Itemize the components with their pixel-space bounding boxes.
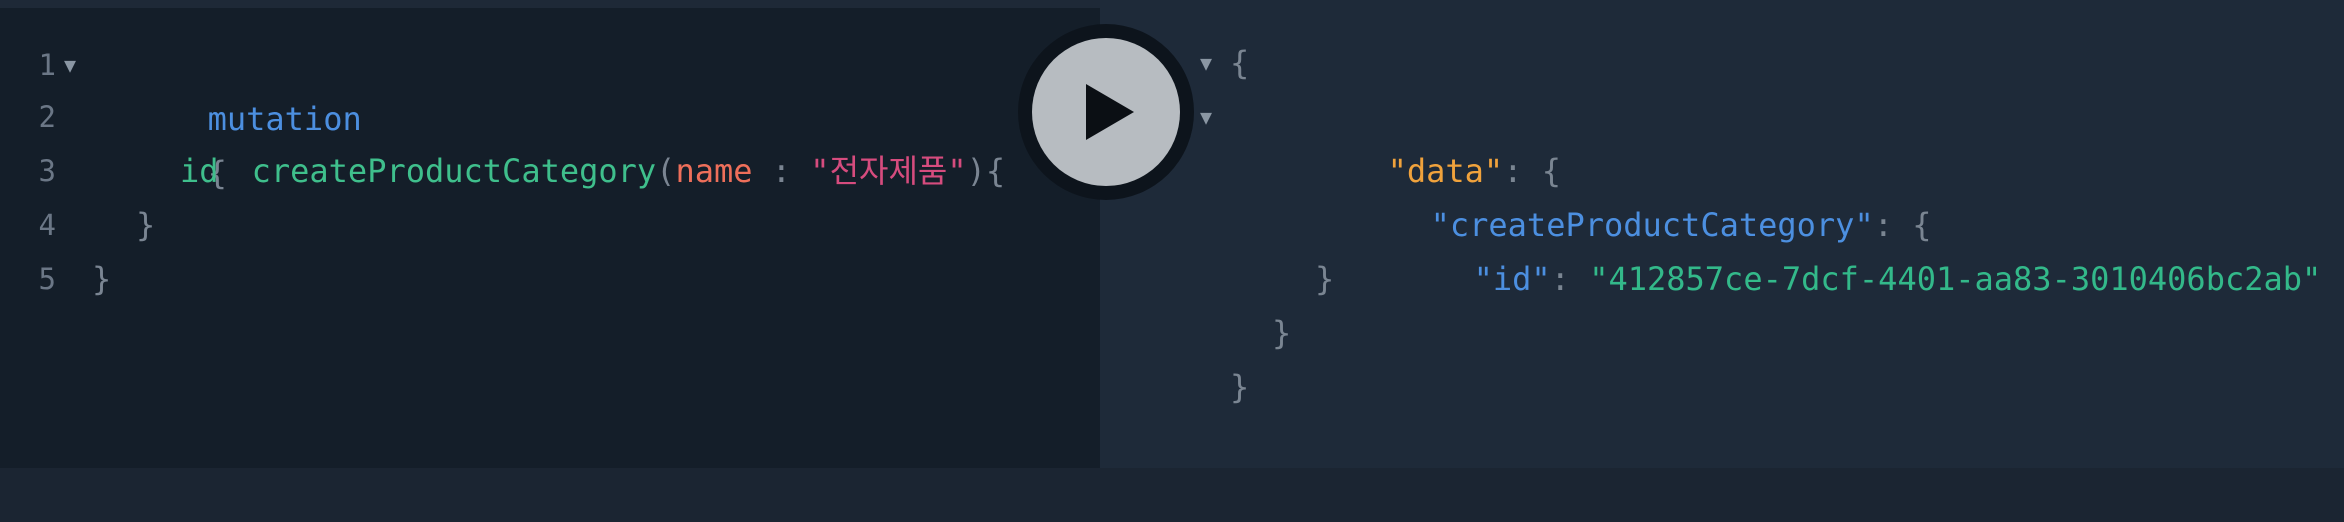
result-line: } [1100,306,2300,360]
fold-arrow-icon[interactable]: ▼ [1200,36,1212,90]
result-viewer: ▼ { ▼ "data": { "createProductCategory":… [1100,0,2344,468]
result-line: } [1100,360,2300,414]
close-brace: } [92,260,112,298]
result-line: } [1100,252,2300,306]
fold-arrow-icon[interactable]: ▼ [1200,90,1212,144]
open-brace: { [1230,44,1250,82]
close-brace: } [1315,260,1335,298]
line-number: 1 [38,48,56,82]
fold-arrow-icon[interactable]: ▼ [64,38,76,92]
line-number: 2 [38,100,56,134]
query-editor[interactable]: 1 ▼ mutation { 2 createProductCategory(n… [0,8,1100,468]
editor-line: 4 } [0,198,1000,252]
result-line: "createProductCategory": { [1100,144,2300,244]
close-brace: } [1272,314,1292,352]
selection-field: id [180,152,219,190]
result-line: ▼ "data": { [1100,90,2300,190]
play-icon [1086,84,1134,140]
execute-query-button[interactable] [1032,38,1180,186]
result-line: "id": "412857ce-7dcf-4401-aa83-3010406bc… [1100,198,2322,298]
line-number: 4 [38,208,56,242]
line-number: 5 [38,262,56,296]
editor-line: 3 id [0,144,1000,198]
close-brace: } [1230,368,1250,406]
line-number: 3 [38,154,56,188]
editor-line: 1 ▼ mutation { [0,38,1000,192]
result-line: ▼ { [1100,36,2300,90]
editor-line: 5 } [0,252,1000,306]
editor-line: 2 createProductCategory(name : "전자제품"){ [0,90,1006,190]
close-brace: } [136,206,156,244]
